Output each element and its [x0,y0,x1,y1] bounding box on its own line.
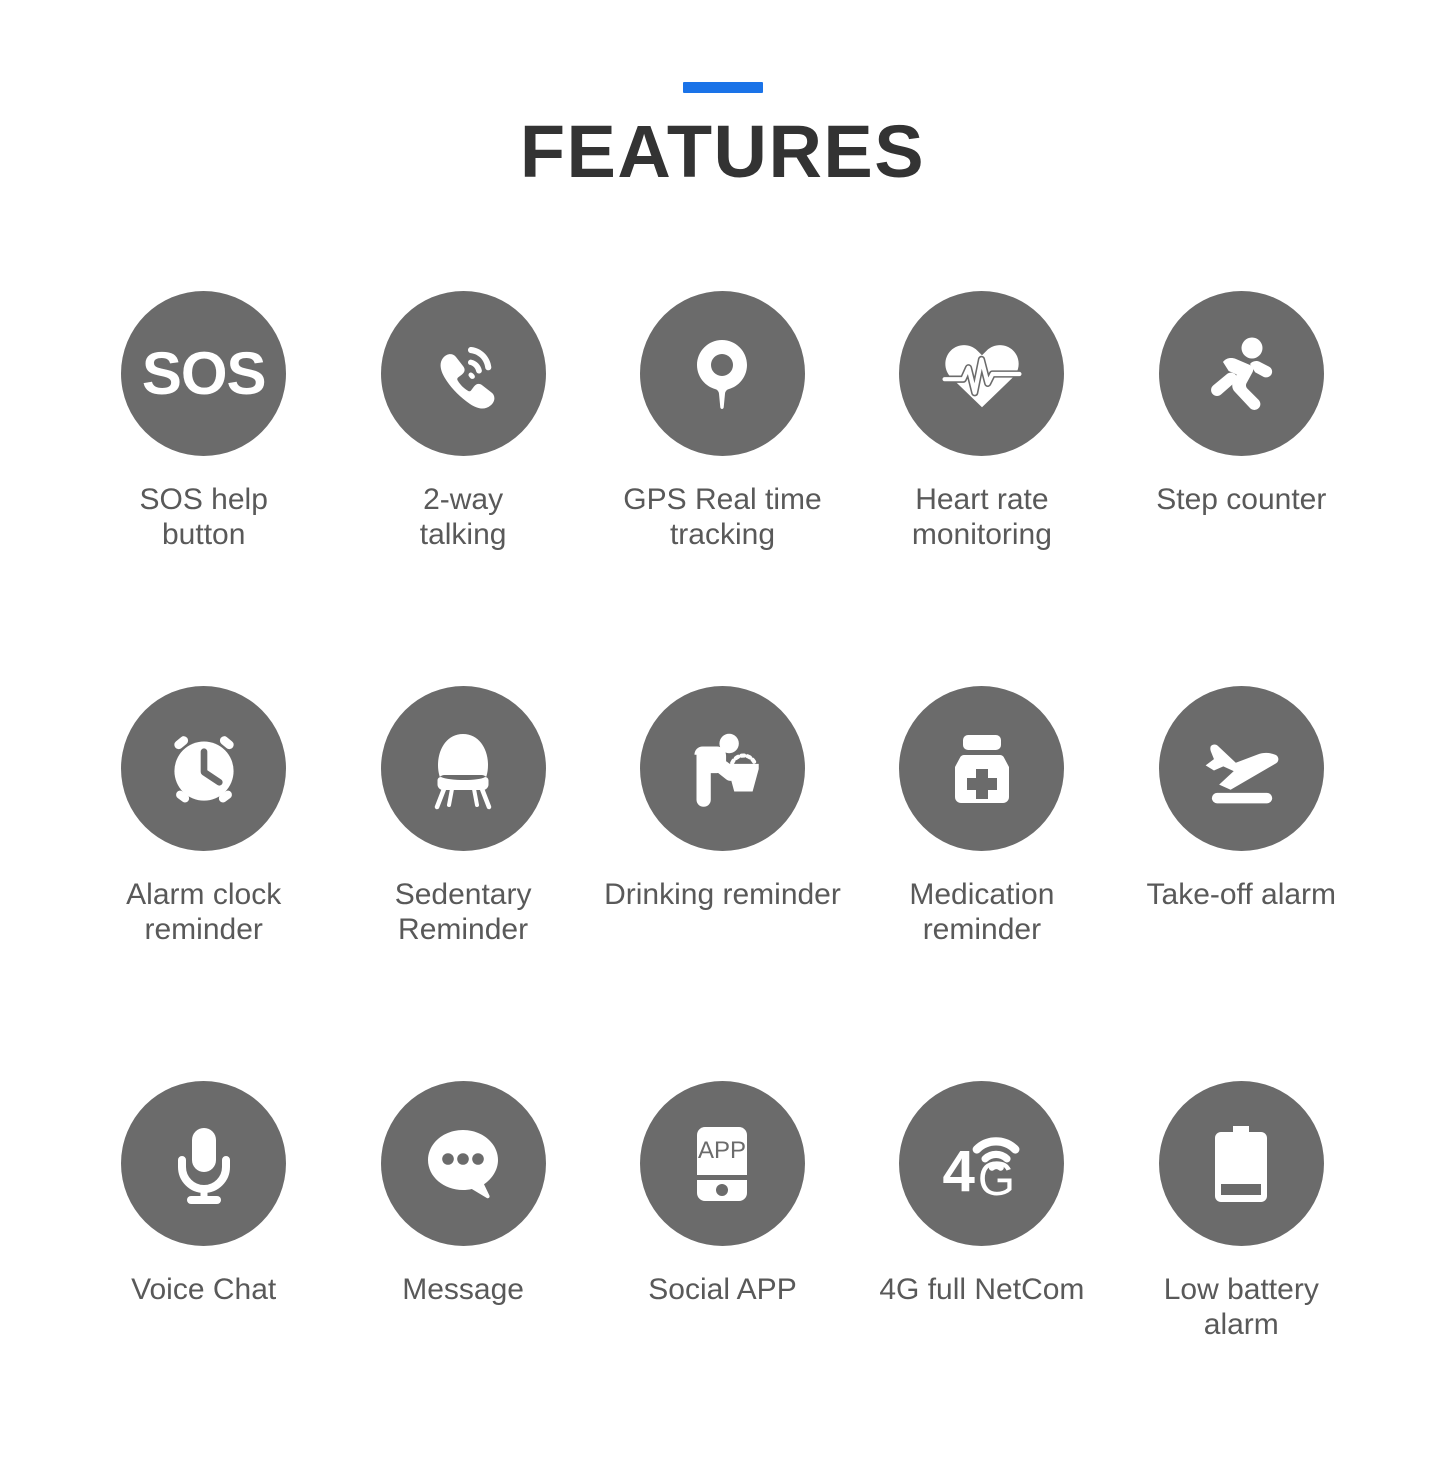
chair-icon [380,686,546,851]
feature-item-low-battery-alarm[interactable]: Low battery alarm [1112,1081,1371,1476]
feature-item-message[interactable]: Message [333,1081,592,1476]
four-g-icon-digit: 4 [942,1139,975,1204]
feature-label: Take-off alarm [1146,878,1337,911]
feature-label: 2-way talking [419,483,507,551]
running-person-icon [1158,291,1324,456]
microphone-icon [121,1081,287,1246]
feature-label: Message [402,1273,524,1306]
features-grid: SOS SOS help button 2-way talking GPS Re… [0,291,1445,1476]
feature-item-sedentary-reminder[interactable]: Sedentary Reminder [333,686,592,1081]
location-pin-icon [639,291,805,456]
feature-item-take-off-alarm[interactable]: Take-off alarm [1112,686,1371,1081]
feature-item-4g-full-netcom[interactable]: 4 G 4G full NetCom [852,1081,1111,1476]
alarm-clock-icon [121,686,287,851]
feature-item-heart-rate[interactable]: Heart rate monitoring [852,291,1111,686]
feature-item-sos-help-button[interactable]: SOS SOS help button [74,291,333,686]
feature-label: Voice Chat [131,1273,277,1306]
speech-bubble-icon [380,1081,546,1246]
features-page: FEATURES SOS SOS help button 2-way talki… [0,0,1445,1432]
feature-label: 4G full NetCom [879,1273,1085,1306]
pill-bottle-icon [899,686,1065,851]
smartphone-app-icon-text: APP [698,1137,746,1164]
sos-icon-text: SOS [141,339,267,407]
feature-label: Low battery alarm [1163,1273,1319,1341]
feature-item-social-app[interactable]: APP Social APP [593,1081,852,1476]
feature-item-alarm-clock[interactable]: Alarm clock reminder [74,686,333,1081]
smartphone-app-icon: APP [639,1081,805,1246]
heart-pulse-icon [899,291,1065,456]
phone-call-icon [380,291,546,456]
feature-label: SOS help button [139,483,268,551]
feature-label: Drinking reminder [604,878,841,911]
feature-item-two-way-talking[interactable]: 2-way talking [333,291,592,686]
page-title: FEATURES [519,110,926,193]
battery-low-icon [1158,1081,1324,1246]
feature-item-gps-real-time[interactable]: GPS Real time tracking [593,291,852,686]
feature-item-medication-reminder[interactable]: Medication reminder [852,686,1111,1081]
feature-label: Alarm clock reminder [126,878,282,946]
feature-label: Step counter [1156,483,1327,516]
airplane-takeoff-icon [1158,686,1324,851]
feature-item-voice-chat[interactable]: Voice Chat [74,1081,333,1476]
feature-item-drinking-reminder[interactable]: Drinking reminder [593,686,852,1081]
feature-label: GPS Real time tracking [623,483,822,551]
feature-label: Heart rate monitoring [911,483,1052,551]
four-g-signal-icon: 4 G [899,1081,1065,1246]
sos-icon: SOS [121,291,287,456]
feature-label: Sedentary Reminder [394,878,532,946]
water-fountain-icon [639,686,805,851]
feature-label: Social APP [648,1273,797,1306]
feature-label: Medication reminder [909,878,1055,946]
feature-item-step-counter[interactable]: Step counter [1112,291,1371,686]
page-header: FEATURES [0,0,1445,189]
title-accent-bar [682,82,763,93]
